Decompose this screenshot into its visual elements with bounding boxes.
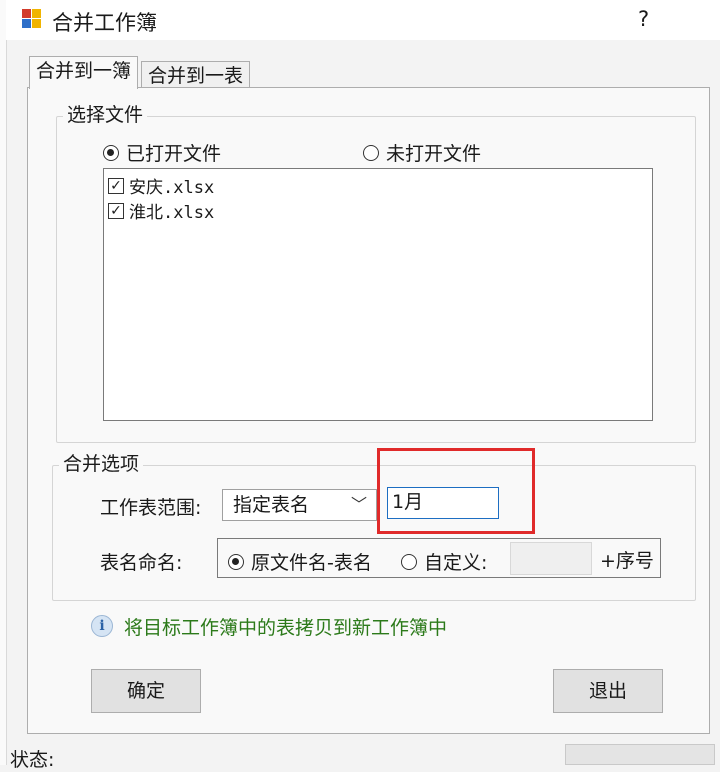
merge-options-legend: 合并选项 [59,453,144,475]
info-icon: i [91,615,113,637]
confirm-button[interactable]: 确定 [91,669,201,713]
chevron-down-icon[interactable]: ﹀ [351,490,367,520]
radio-original-label: 原文件名-表名 [251,552,372,574]
window-title: 合并工作簿 [52,11,157,35]
radio-custom-label: 自定义: [424,552,488,574]
info-text: 将目标工作簿中的表拷贝到新工作簿中 [124,617,448,639]
sheet-range-label: 工作表范围: [100,497,202,519]
sheet-range-select[interactable]: 指定表名 ﹀ [222,489,377,521]
sheet-name-input[interactable]: 1月 [387,487,499,519]
radio-opened-indicator[interactable] [103,144,119,161]
radio-original-indicator[interactable] [228,553,244,570]
exit-button[interactable]: 退出 [553,669,663,713]
select-files-legend: 选择文件 [63,104,148,126]
sheet-range-value: 指定表名 [233,494,310,516]
app-icon [22,9,42,29]
file-name: 安庆.xlsx [129,178,215,198]
radio-custom-name[interactable]: 自定义: [401,548,487,575]
status-label: 状态: [10,749,55,771]
tab-merge-to-workbook[interactable]: 合并到一簿 [29,56,139,89]
file-list[interactable]: ✓ 安庆.xlsx ✓ 淮北.xlsx [103,168,653,421]
radio-custom-indicator[interactable] [401,553,417,570]
radio-original-name[interactable]: 原文件名-表名 [228,548,372,575]
custom-name-input[interactable] [510,542,592,575]
radio-unopened-label: 未打开文件 [386,143,482,165]
help-button[interactable]: ? [638,7,649,31]
naming-label: 表名命名: [100,552,183,574]
merge-options-group [52,465,696,601]
background-sheet-edge [0,0,7,765]
list-item[interactable]: ✓ 淮北.xlsx [108,198,214,223]
radio-opened-files[interactable]: 已打开文件 [103,139,221,166]
radio-opened-label: 已打开文件 [126,143,222,165]
sheet-name-value: 1月 [392,491,424,513]
list-item[interactable]: ✓ 安庆.xlsx [108,173,214,198]
checkbox[interactable]: ✓ [108,177,124,194]
radio-unopened-indicator[interactable] [363,144,379,161]
tab-merge-to-sheet[interactable]: 合并到一表 [141,61,251,90]
status-progress [565,744,715,765]
merge-workbook-dialog: 合并工作簿 ? 合并到一簿 合并到一表 选择文件 已打开文件 未打开文件 ✓ 安… [0,0,720,771]
file-name: 淮北.xlsx [129,203,215,223]
radio-unopened-files[interactable]: 未打开文件 [363,139,481,166]
title-bar: 合并工作簿 ? [6,0,720,40]
checkbox[interactable]: ✓ [108,202,124,219]
serial-label: +序号 [600,550,654,572]
